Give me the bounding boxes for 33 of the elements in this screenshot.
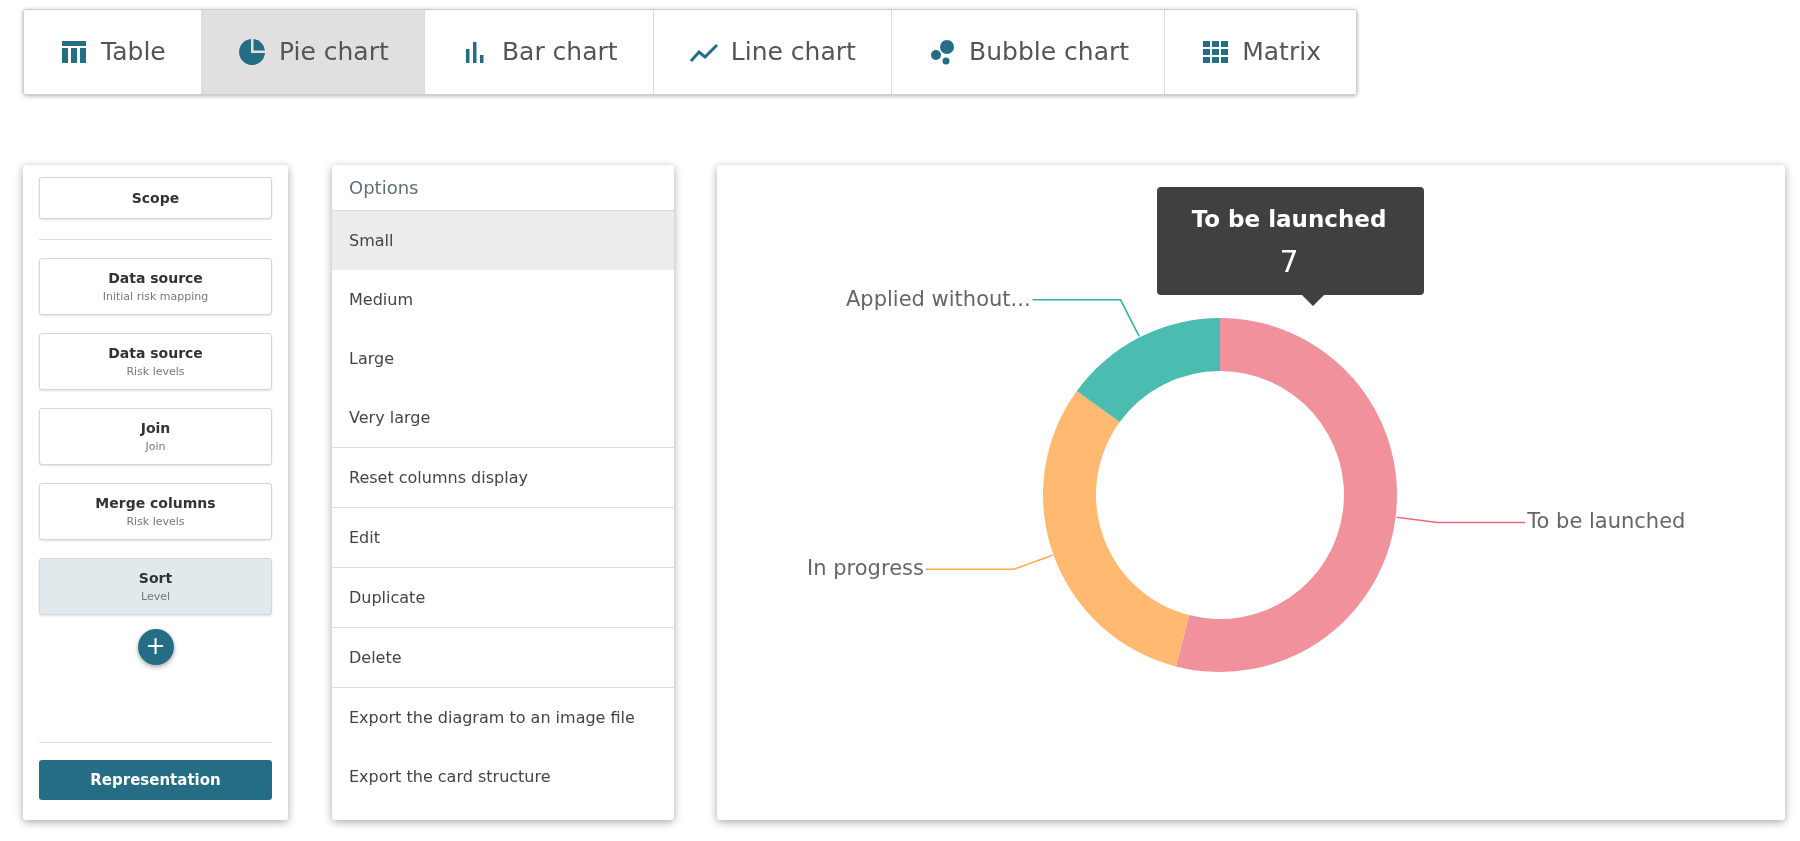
add-step-button[interactable]: + (137, 629, 174, 665)
pipeline-step[interactable]: Sort Level (39, 558, 272, 615)
chart-type-tab[interactable]: Bar chart (424, 10, 654, 94)
donut-slice[interactable] (1176, 318, 1397, 672)
tooltip-title: To be launched (1191, 206, 1387, 232)
pipeline-step[interactable]: Data source Risk levels (39, 333, 272, 390)
chart-type-tab[interactable]: Pie chart (201, 10, 425, 94)
menu-item[interactable]: Export the card structure (332, 747, 674, 806)
donut-slice[interactable] (1043, 390, 1190, 667)
menu-item[interactable]: Export the diagram to an image file (332, 688, 674, 747)
pipeline-step[interactable]: Join Join (39, 408, 272, 465)
menu-item[interactable]: Large (332, 329, 674, 388)
menu-item[interactable]: Duplicate (332, 568, 674, 627)
tooltip-value: 7 (1279, 244, 1299, 279)
pipeline-step[interactable]: Data source Initial risk mapping (39, 258, 272, 315)
slice-label: To be launched (1527, 509, 1686, 534)
menu-item[interactable]: Small (332, 211, 674, 270)
chart-type-tab[interactable]: Table (24, 10, 202, 94)
slice-label: Applied without... (846, 286, 1031, 311)
menu-item[interactable]: Delete (332, 628, 674, 687)
scope-button[interactable]: Scope (39, 177, 272, 219)
menu-item[interactable]: Reset columns display (332, 448, 674, 507)
representation-button[interactable]: Representation (39, 760, 272, 800)
menu-item[interactable]: Medium (332, 270, 674, 329)
menu-item[interactable]: Very large (332, 388, 674, 447)
chart-type-tab[interactable]: Line chart (653, 10, 892, 94)
pipeline-step[interactable]: Merge columns Risk levels (39, 483, 272, 540)
chart-type-tab[interactable]: Matrix (1165, 10, 1356, 94)
menu-item[interactable]: Edit (332, 508, 674, 567)
pie-icon (236, 37, 267, 67)
donut-slice[interactable] (1076, 318, 1220, 423)
slice-label: In progress (807, 556, 924, 581)
chart-type-tab[interactable]: Bubble chart (891, 10, 1166, 94)
